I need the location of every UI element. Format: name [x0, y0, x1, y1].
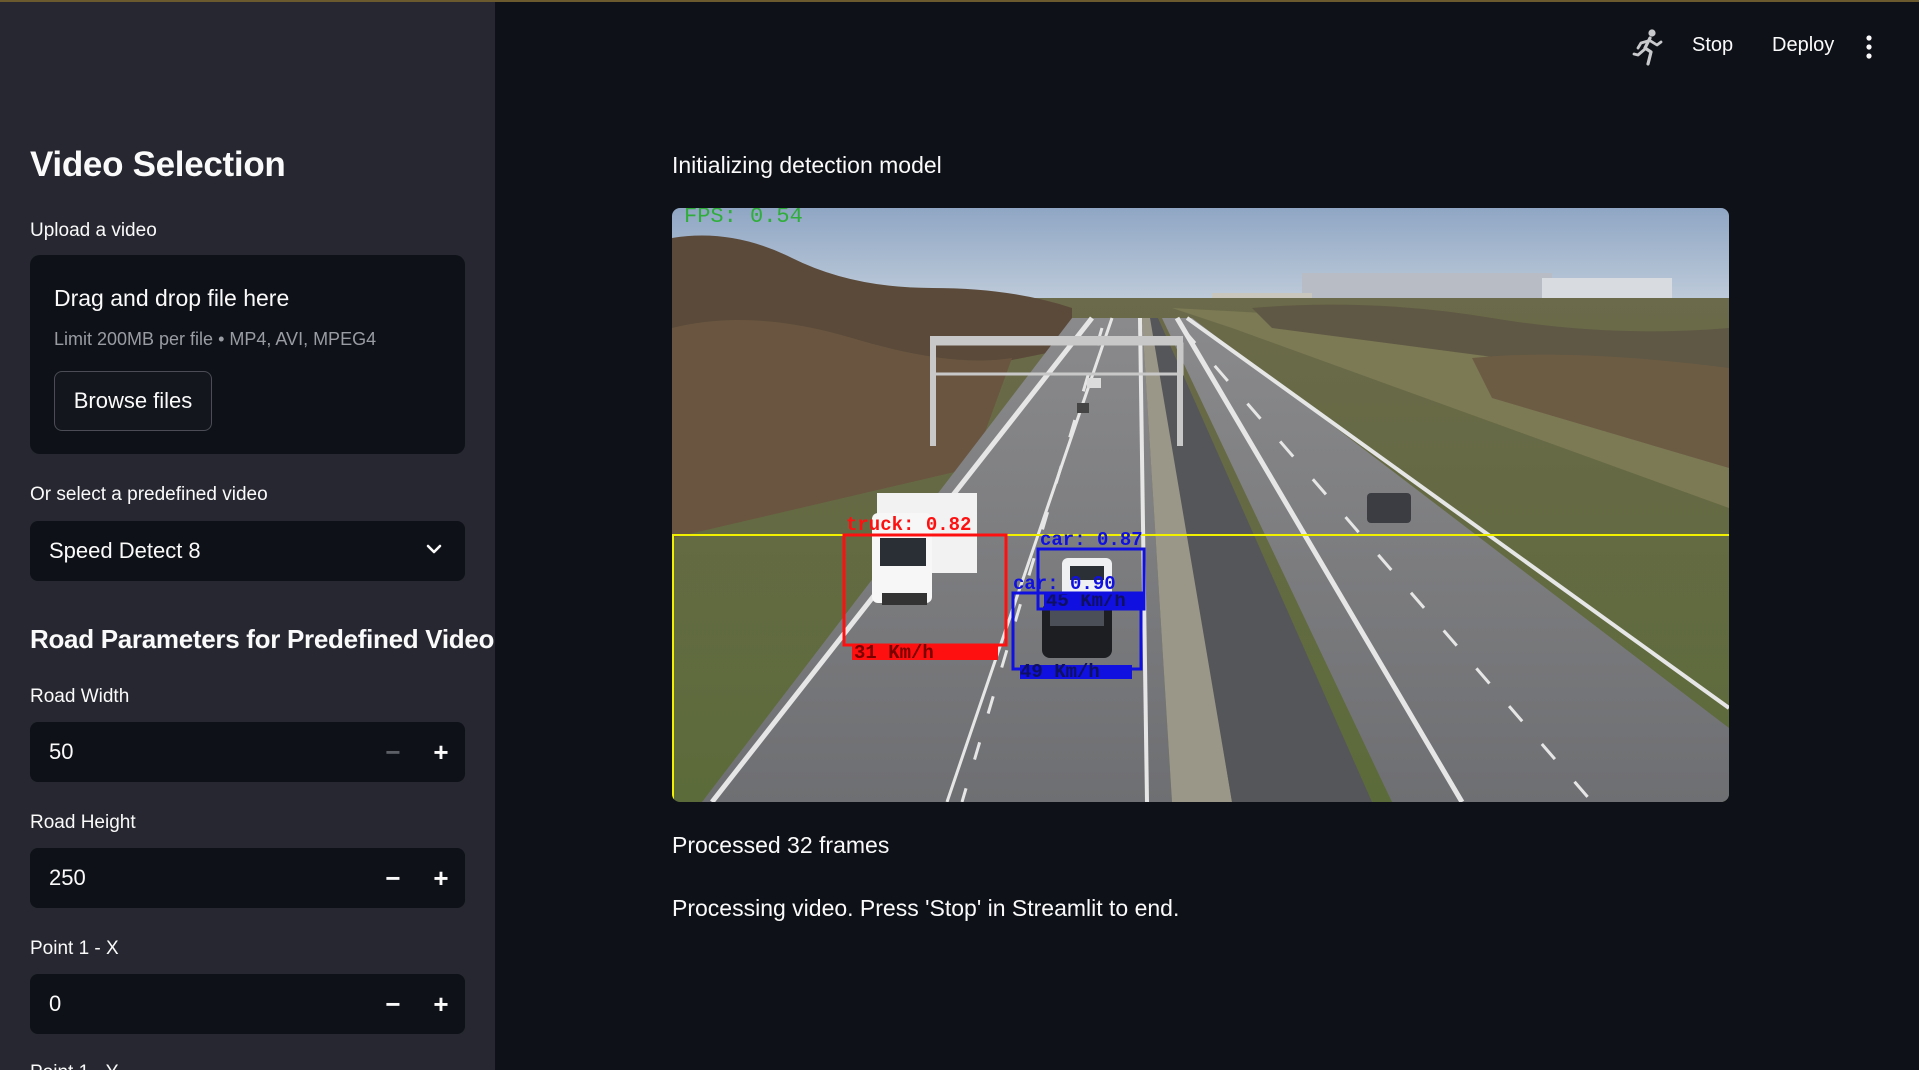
road-height-value[interactable]: 250 — [49, 865, 86, 891]
road-width-input[interactable]: 50 − + — [30, 722, 465, 782]
selected-video-value: Speed Detect 8 — [49, 538, 201, 563]
file-dropzone[interactable]: Drag and drop file here Limit 200MB per … — [30, 255, 465, 454]
road-width-increment-button[interactable]: + — [417, 722, 465, 782]
sidebar: Video Selection Upload a video Drag and … — [0, 2, 495, 1070]
road-height-input[interactable]: 250 − + — [30, 848, 465, 908]
fps-readout: FPS: 0.54 — [684, 208, 803, 229]
road-height-decrement-button[interactable]: − — [369, 848, 417, 908]
stop-button[interactable]: Stop — [1692, 34, 1733, 57]
road-height-label: Road Height — [30, 812, 136, 833]
point1x-decrement-button[interactable]: − — [369, 974, 417, 1034]
car1-label: car: 0.87 — [1040, 529, 1143, 551]
road-width-value[interactable]: 50 — [49, 739, 73, 765]
truck-speed: 31 Km/h — [854, 642, 934, 664]
predefined-video-label: Or select a predefined video — [30, 484, 268, 505]
truck-label: truck: 0.82 — [846, 514, 971, 536]
road-height-increment-button[interactable]: + — [417, 848, 465, 908]
car2-speed: 49 Km/h — [1020, 661, 1100, 683]
video-frame: truck: 0.82 31 Km/h car: 0.87 45 Km/h ca… — [672, 208, 1729, 802]
car2-label: car: 0.90 — [1013, 573, 1116, 595]
upload-label: Upload a video — [30, 220, 157, 241]
predefined-video-select[interactable]: Speed Detect 8 — [30, 521, 465, 581]
point1x-label: Point 1 - X — [30, 938, 119, 959]
point1x-increment-button[interactable]: + — [417, 974, 465, 1034]
road-width-decrement-button[interactable]: − — [369, 722, 417, 782]
point1x-input[interactable]: 0 − + — [30, 974, 465, 1034]
point1x-value[interactable]: 0 — [49, 991, 61, 1017]
sidebar-title: Video Selection — [30, 145, 286, 184]
frames-processed-text: Processed 32 frames — [672, 832, 890, 858]
kebab-menu-icon[interactable] — [1864, 34, 1874, 60]
chevron-down-icon — [426, 544, 442, 554]
processing-status-text: Processing video. Press 'Stop' in Stream… — [672, 895, 1180, 921]
detection-video-image: truck: 0.82 31 Km/h car: 0.87 45 Km/h ca… — [672, 208, 1729, 802]
point1y-label: Point 1 - Y — [30, 1062, 118, 1070]
deploy-button[interactable]: Deploy — [1772, 34, 1834, 57]
road-width-label: Road Width — [30, 686, 130, 707]
road-params-title: Road Parameters for Predefined Video — [30, 624, 495, 654]
status-initializing: Initializing detection model — [672, 152, 942, 178]
dropzone-text: Drag and drop file here — [54, 285, 290, 311]
dropzone-limit: Limit 200MB per file • MP4, AVI, MPEG4 — [54, 329, 377, 349]
running-man-icon — [1632, 29, 1663, 66]
browse-files-button[interactable]: Browse files — [54, 371, 212, 431]
